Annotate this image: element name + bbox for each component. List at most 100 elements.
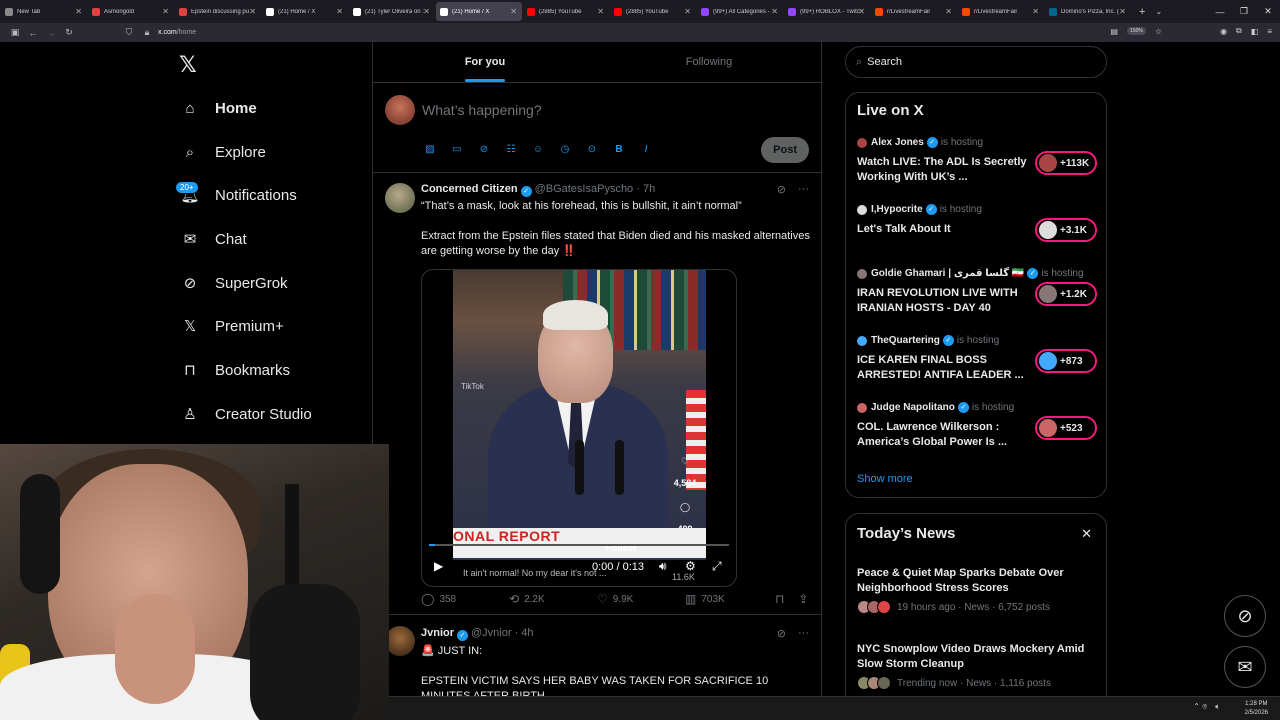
live-listeners-pill[interactable]: +3.1K (1035, 218, 1097, 242)
more-icon[interactable]: ··· (798, 183, 809, 196)
grok-icon[interactable]: ⊘ (777, 183, 786, 196)
news-item[interactable]: Peace & Quiet Map Sparks Debate Over Nei… (857, 566, 1102, 614)
settings-icon[interactable]: ⚙ (685, 559, 696, 573)
browser-tab[interactable]: New Tab ✕ (1, 2, 87, 21)
tray-caret-icon[interactable]: ⌃ (1193, 702, 1200, 711)
live-listeners-pill[interactable]: +523 (1035, 416, 1097, 440)
close-tab-icon[interactable]: ✕ (510, 7, 517, 16)
avatar[interactable] (385, 183, 415, 213)
menu-icon[interactable]: ≡ (1267, 27, 1272, 36)
browser-tab[interactable]: (99+) ROBLOX - Twitc ✕ (784, 2, 870, 21)
live-listeners-pill[interactable]: +1.2K (1035, 282, 1097, 306)
restore-button[interactable]: ❐ (1232, 6, 1256, 17)
close-icon[interactable]: ✕ (1081, 526, 1092, 542)
tweet-time[interactable]: · 7h (636, 183, 655, 195)
volume-icon[interactable]: 🔈︎ (1215, 702, 1220, 712)
tweet[interactable]: Concerned Citizen ✓ @BGatesIsaPyscho · 7h … (373, 174, 821, 615)
tab-following[interactable]: Following (597, 42, 821, 82)
browser-tab[interactable]: (21) Home / X ✕ (436, 2, 522, 21)
like-button[interactable]: ♡ 9.9K (597, 592, 685, 606)
share-icon[interactable]: ⇪ (798, 592, 808, 606)
location-icon[interactable]: ⊙ (585, 143, 599, 157)
live-item[interactable]: I,Hypocrite ✓ is hosting Let's Talk About I… (857, 204, 1097, 242)
shield-icon[interactable]: ⛉ (120, 27, 138, 38)
x-logo-icon[interactable]: 𝕏 (179, 52, 197, 78)
volume-icon[interactable]: 🔊︎ (659, 559, 667, 574)
author-name[interactable]: Concerned Citizen (421, 183, 518, 195)
repost-button[interactable]: ⟲ 2.2K (509, 592, 597, 606)
tweet-time[interactable]: · 4h (515, 627, 534, 639)
network-icon[interactable]: ⌾ (1202, 702, 1207, 712)
author-handle[interactable]: @Jvnior (471, 627, 512, 639)
avatar[interactable] (385, 626, 415, 656)
close-tab-icon[interactable]: ✕ (771, 7, 778, 16)
author-handle[interactable]: @BGatesIsaPyscho (535, 183, 634, 195)
reload-button[interactable]: ↻ (60, 27, 78, 38)
browser-tab[interactable]: (2885) YouTube ✕ (523, 2, 609, 21)
compose-input[interactable]: What’s happening? (422, 102, 542, 118)
forward-button[interactable]: → (42, 28, 60, 38)
more-icon[interactable]: ··· (798, 627, 809, 640)
reader-view-icon[interactable]: ▤ (1111, 27, 1119, 36)
account-icon[interactable]: ◉ (1220, 27, 1227, 36)
play-icon[interactable]: ▶ (434, 559, 443, 573)
browser-tab[interactable]: Epstein discussing pu ✕ (175, 2, 261, 21)
video-progress[interactable] (429, 544, 729, 546)
reply-button[interactable]: ◯ 358 (421, 592, 509, 606)
views-button[interactable]: ▥ 703K (685, 592, 775, 606)
nav-item-bookmarks[interactable]: ⊓ Bookmarks (180, 355, 290, 385)
live-item[interactable]: TheQuartering ✓ is hosting ICE KAREN FINAL … (857, 335, 1097, 383)
close-window-button[interactable]: ✕ (1256, 6, 1280, 17)
image-icon[interactable]: ▨ (423, 143, 437, 157)
lock-icon[interactable]: 🔒︎ (138, 27, 156, 38)
close-tab-icon[interactable]: ✕ (75, 7, 82, 16)
clock[interactable]: 1:28 PM 2/5/2026 (1245, 700, 1268, 718)
extensions-icon[interactable]: ⧉ (1236, 26, 1242, 36)
browser-tab[interactable]: r/LivestreamFail ✕ (958, 2, 1044, 21)
browser-tab[interactable]: Domino's Pizza, Inc. (✕ (1045, 2, 1131, 21)
emoji-icon[interactable]: ☺ (531, 143, 545, 157)
messages-icon[interactable]: ✉ (1224, 646, 1266, 688)
close-tab-icon[interactable]: ✕ (1032, 7, 1039, 16)
poll-icon[interactable]: ☷ (504, 143, 518, 157)
live-item[interactable]: Judge Napolitano ✓ is hosting COL. Lawrence… (857, 402, 1097, 450)
italic-icon[interactable]: I (639, 143, 653, 157)
close-tab-icon[interactable]: ✕ (945, 7, 952, 16)
close-tab-icon[interactable]: ✕ (336, 7, 343, 16)
browser-tab[interactable]: (21) Home / X ✕ (262, 2, 348, 21)
news-item[interactable]: NYC Snowplow Video Draws Mockery Amid Sl… (857, 642, 1102, 690)
browser-tab[interactable]: (21) Tyler Oliveira on : ✕ (349, 2, 435, 21)
nav-item-chat[interactable]: ✉ Chat (180, 224, 247, 254)
nav-item-explore[interactable]: ⌕ Explore (180, 137, 266, 167)
search-input[interactable]: Search (867, 56, 902, 68)
avatar[interactable] (385, 95, 415, 125)
nav-item-premium[interactable]: 𝕏 Premium+ (180, 311, 284, 341)
grok-icon[interactable]: ⊘ (1224, 595, 1266, 637)
close-tab-icon[interactable]: ✕ (597, 7, 604, 16)
close-tab-icon[interactable]: ✕ (423, 7, 430, 16)
live-item[interactable]: Alex Jones ✓ is hosting Watch LIVE: The ADL… (857, 137, 1097, 185)
author-name[interactable]: Jvnior (421, 627, 454, 639)
close-tab-icon[interactable]: ✕ (684, 7, 691, 16)
schedule-icon[interactable]: ◷ (558, 143, 572, 157)
search-box[interactable]: ⌕ Search (845, 46, 1107, 78)
browser-tab[interactable]: (2885) YouTube ✕ (610, 2, 696, 21)
close-tab-icon[interactable]: ✕ (858, 7, 865, 16)
bookmark-star-icon[interactable]: ☆ (1155, 27, 1162, 36)
live-listeners-pill[interactable]: +113K (1035, 151, 1097, 175)
video-player[interactable]: TikTok ♡ 4,584 ◯ 409 ONAL REPORT rightsi… (421, 269, 737, 587)
bookmark-icon[interactable]: ⊓ (775, 592, 784, 606)
nav-item-creator-studio[interactable]: ♙ Creator Studio (180, 399, 311, 429)
url-field[interactable]: x.com/home (158, 29, 196, 36)
close-tab-icon[interactable]: ✕ (1119, 7, 1126, 16)
bold-icon[interactable]: B (612, 143, 626, 157)
gif-icon[interactable]: ▭ (450, 143, 464, 157)
live-listeners-pill[interactable]: +873 (1035, 349, 1097, 373)
fullscreen-icon[interactable]: ⤢ (712, 559, 722, 574)
nav-item-home[interactable]: ⌂ Home (180, 93, 256, 123)
grok-icon[interactable]: ⊘ (777, 627, 786, 640)
show-more-link[interactable]: Show more (857, 473, 913, 485)
live-item[interactable]: Goldie Ghamari | گلسا قمری 🇮🇷 ✓ is hosting… (857, 268, 1097, 316)
nav-item-supergrok[interactable]: ⊘ SuperGrok (180, 268, 288, 298)
video-frame[interactable]: TikTok ♡ 4,584 ◯ 409 ONAL REPORT rightsi… (453, 270, 706, 560)
